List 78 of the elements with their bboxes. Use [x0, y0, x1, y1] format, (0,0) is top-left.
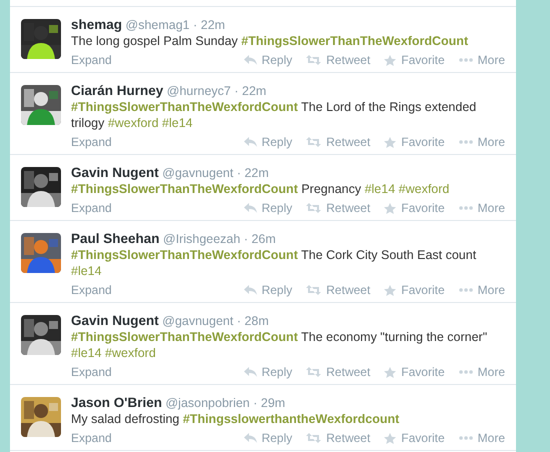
- expand-link[interactable]: Expand: [71, 364, 244, 380]
- favorite-link[interactable]: Favorite: [401, 364, 445, 380]
- user-handle[interactable]: @gavnugent: [162, 314, 234, 328]
- retweet-icon: [306, 285, 322, 295]
- tweet-text: My salad defrosting #ThingsslowerthantheWexfordcount: [71, 411, 400, 427]
- timestamp[interactable]: · 22m: [236, 166, 269, 180]
- more-link[interactable]: More: [478, 282, 505, 298]
- reply-link[interactable]: Reply: [262, 200, 292, 216]
- reply-link[interactable]: Reply: [262, 134, 292, 150]
- retweet-link[interactable]: Retweet: [326, 52, 370, 68]
- reply-link[interactable]: Reply: [262, 282, 292, 298]
- user-name[interactable]: shemag: [71, 17, 122, 32]
- timestamp[interactable]: · 22m: [234, 84, 266, 98]
- more-icon: [458, 140, 473, 144]
- tweet-text: #ThingsSlowerThanTheWexfordCount The Lord of the Rings extended trilogy #wexford #le14: [71, 99, 478, 131]
- user-name[interactable]: Ciarán Hurney: [71, 83, 164, 98]
- expand-link[interactable]: Expand: [71, 282, 244, 298]
- timestamp[interactable]: · 28m: [236, 314, 269, 328]
- timestamp[interactable]: · 26m: [244, 232, 276, 246]
- reply-icon: [244, 203, 257, 213]
- tweet-text: #ThingsSlowerThanTheWexfordCount Pregnancy #le14 #wexford: [71, 181, 450, 197]
- timestamp[interactable]: · 29m: [253, 396, 286, 410]
- reply-icon: [244, 367, 257, 377]
- user-name[interactable]: Jason O'Brien: [71, 395, 162, 410]
- retweet-link[interactable]: Retweet: [326, 134, 370, 150]
- reply-icon: [244, 285, 257, 295]
- star-icon: [384, 366, 396, 378]
- expand-link[interactable]: Expand: [71, 430, 244, 446]
- more-link[interactable]: More: [478, 430, 505, 446]
- retweet-icon: [306, 433, 322, 443]
- user-handle[interactable]: @hurneyc7: [166, 84, 231, 98]
- favorite-link[interactable]: Favorite: [401, 134, 445, 150]
- more-icon: [458, 436, 473, 440]
- reply-icon: [244, 137, 257, 147]
- favorite-link[interactable]: Favorite: [401, 200, 445, 216]
- retweet-link[interactable]: Retweet: [326, 200, 370, 216]
- tweet-text: #ThingsSlowerThanTheWexfordCount The economy "turning the corner" #le14 #wexford: [71, 329, 488, 361]
- retweet-link[interactable]: Retweet: [326, 364, 370, 380]
- expand-link[interactable]: Expand: [71, 134, 244, 150]
- more-icon: [458, 288, 473, 292]
- star-icon: [384, 202, 396, 214]
- user-name[interactable]: Paul Sheehan: [71, 231, 160, 246]
- more-link[interactable]: More: [478, 52, 505, 68]
- more-icon: [458, 370, 473, 374]
- more-icon: [458, 206, 473, 210]
- retweet-icon: [306, 203, 322, 213]
- more-link[interactable]: More: [478, 134, 505, 150]
- reply-link[interactable]: Reply: [262, 430, 292, 446]
- reply-link[interactable]: Reply: [262, 52, 292, 68]
- more-link[interactable]: More: [478, 364, 505, 380]
- expand-link[interactable]: Expand: [71, 52, 244, 68]
- reply-icon: [244, 55, 257, 65]
- retweet-icon: [306, 55, 322, 65]
- user-handle[interactable]: @jasonpobrien: [165, 396, 250, 410]
- star-icon: [384, 432, 396, 444]
- retweet-icon: [306, 367, 322, 377]
- favorite-link[interactable]: Favorite: [401, 52, 445, 68]
- expand-link[interactable]: Expand: [71, 200, 244, 216]
- more-link[interactable]: More: [478, 200, 505, 216]
- star-icon: [384, 136, 396, 148]
- retweet-link[interactable]: Retweet: [326, 430, 370, 446]
- user-handle[interactable]: @gavnugent: [162, 166, 234, 180]
- user-handle[interactable]: @shemag1: [126, 18, 190, 32]
- star-icon: [384, 284, 396, 296]
- retweet-icon: [306, 137, 322, 147]
- user-handle[interactable]: @Irishgeezah: [163, 232, 240, 246]
- user-name[interactable]: Gavin Nugent: [71, 165, 159, 180]
- favorite-link[interactable]: Favorite: [401, 282, 445, 298]
- tweet-text: The long gospel Palm Sunday #ThingsSlowerThanTheWexfordCount: [71, 33, 470, 49]
- reply-icon: [244, 433, 257, 443]
- timestamp[interactable]: · 22m: [193, 18, 226, 32]
- retweet-link[interactable]: Retweet: [326, 282, 370, 298]
- star-icon: [384, 54, 396, 66]
- more-icon: [458, 58, 473, 62]
- tweet-text: #ThingsSlowerThanTheWexfordCount The Cork City South East count #le14: [71, 247, 478, 279]
- reply-link[interactable]: Reply: [262, 364, 292, 380]
- favorite-link[interactable]: Favorite: [401, 430, 445, 446]
- user-name[interactable]: Gavin Nugent: [71, 313, 159, 328]
